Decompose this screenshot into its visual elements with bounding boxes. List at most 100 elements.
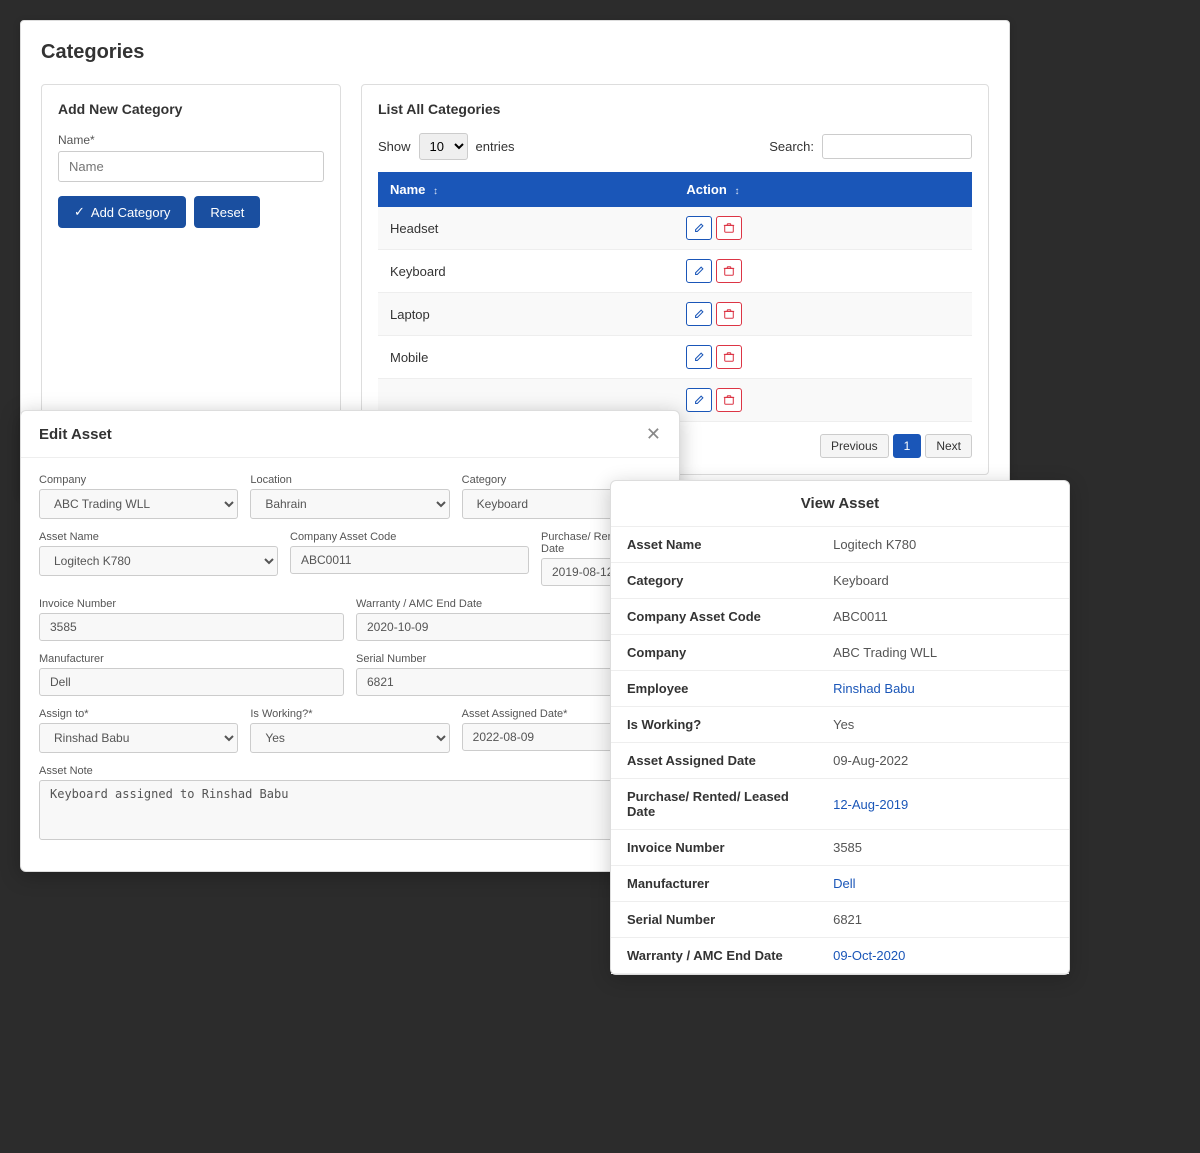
company-label: Company — [39, 474, 238, 486]
working-group: Is Working?* Yes — [250, 708, 449, 753]
view-field-label: Asset Name — [611, 527, 817, 563]
view-asset-panel: View Asset Asset NameLogitech K780Catego… — [610, 480, 1070, 975]
name-label: Name* — [58, 133, 324, 147]
view-field-value: 09-Oct-2020 — [817, 938, 1069, 974]
view-field-value: 12-Aug-2019 — [817, 779, 1069, 830]
location-label: Location — [250, 474, 449, 486]
table-controls: Show 10 25 50 entries Search: — [378, 133, 972, 160]
modal-close-button[interactable]: ✕ — [646, 425, 661, 443]
assign-select[interactable]: Rinshad Babu — [39, 723, 238, 753]
row-5: Assign to* Rinshad Babu Is Working?* Yes… — [39, 708, 661, 753]
action-sort-icon[interactable]: ↕ — [734, 186, 739, 197]
col-action: Action ↕ — [674, 172, 972, 207]
search-input[interactable] — [822, 134, 972, 159]
view-asset-table: Asset NameLogitech K780CategoryKeyboardC… — [611, 527, 1069, 974]
view-field-label: Purchase/ Rented/ Leased Date — [611, 779, 817, 830]
invoice-input[interactable] — [39, 613, 344, 641]
asset-name-label: Asset Name — [39, 531, 278, 543]
edit-button[interactable] — [686, 302, 712, 326]
entries-select[interactable]: 10 25 50 — [419, 133, 468, 160]
note-group: Asset Note — [39, 765, 661, 843]
edit-button[interactable] — [686, 259, 712, 283]
next-page-button[interactable]: Next — [925, 434, 972, 458]
table-cell-action — [674, 207, 972, 250]
view-field-label: Employee — [611, 671, 817, 707]
delete-button[interactable] — [716, 388, 742, 412]
note-label: Asset Note — [39, 765, 661, 777]
row-4: Manufacturer Serial Number — [39, 653, 661, 696]
add-section-title: Add New Category — [58, 101, 324, 117]
name-sort-icon[interactable]: ↕ — [433, 186, 438, 197]
view-field-value: 09-Aug-2022 — [817, 743, 1069, 779]
working-select[interactable]: Yes — [250, 723, 449, 753]
edit-asset-modal: Edit Asset ✕ Company ABC Trading WLL Loc… — [20, 410, 680, 872]
table-cell-name: Headset — [378, 207, 674, 250]
search-row: Search: — [769, 134, 972, 159]
assign-label: Assign to* — [39, 708, 238, 720]
table-cell-name: Keyboard — [378, 250, 674, 293]
table-cell-action — [674, 293, 972, 336]
view-field-value: ABC0011 — [817, 599, 1069, 635]
show-label: Show — [378, 139, 411, 154]
view-field-value: Rinshad Babu — [817, 671, 1069, 707]
company-code-label: Company Asset Code — [290, 531, 529, 543]
table-cell-action — [674, 250, 972, 293]
delete-button[interactable] — [716, 345, 742, 369]
manufacturer-input[interactable] — [39, 668, 344, 696]
view-field-label: Warranty / AMC End Date — [611, 938, 817, 974]
table-cell-name: Laptop — [378, 293, 674, 336]
view-field-label: Category — [611, 563, 817, 599]
company-code-input[interactable] — [290, 546, 529, 574]
row-6: Asset Note — [39, 765, 661, 843]
table-cell-action — [674, 379, 972, 422]
invoice-group: Invoice Number — [39, 598, 344, 641]
view-field-label: Asset Assigned Date — [611, 743, 817, 779]
modal-title: Edit Asset — [39, 426, 112, 443]
view-field-value: ABC Trading WLL — [817, 635, 1069, 671]
table-cell-action — [674, 336, 972, 379]
note-textarea[interactable] — [39, 780, 661, 840]
view-panel-title: View Asset — [801, 495, 879, 512]
prev-page-button[interactable]: Previous — [820, 434, 889, 458]
table-cell-name: Mobile — [378, 336, 674, 379]
view-field-label: Manufacturer — [611, 866, 817, 902]
location-group: Location Bahrain — [250, 474, 449, 519]
view-panel-header: View Asset — [611, 481, 1069, 527]
edit-button[interactable] — [686, 345, 712, 369]
asset-name-select[interactable]: Logitech K780 — [39, 546, 278, 576]
delete-button[interactable] — [716, 216, 742, 240]
edit-button[interactable] — [686, 216, 712, 240]
company-group: Company ABC Trading WLL — [39, 474, 238, 519]
working-label: Is Working?* — [250, 708, 449, 720]
name-input[interactable] — [58, 151, 324, 182]
manufacturer-label: Manufacturer — [39, 653, 344, 665]
delete-button[interactable] — [716, 302, 742, 326]
delete-button[interactable] — [716, 259, 742, 283]
page-title: Categories — [41, 41, 989, 64]
list-section-title: List All Categories — [378, 101, 972, 117]
name-field-group: Name* — [58, 133, 324, 182]
modal-body: Company ABC Trading WLL Location Bahrain… — [21, 458, 679, 871]
add-category-button[interactable]: ✓ Add Category — [58, 196, 186, 228]
view-field-value: Dell — [817, 866, 1069, 902]
view-field-label: Invoice Number — [611, 830, 817, 866]
reset-button[interactable]: Reset — [194, 196, 260, 228]
view-field-value: 3585 — [817, 830, 1069, 866]
row-2: Asset Name Logitech K780 Company Asset C… — [39, 531, 661, 586]
form-buttons: ✓ Add Category Reset — [58, 196, 324, 228]
entries-label: entries — [476, 139, 515, 154]
row-1: Company ABC Trading WLL Location Bahrain… — [39, 474, 661, 519]
modal-header: Edit Asset ✕ — [21, 411, 679, 458]
edit-button[interactable] — [686, 388, 712, 412]
col-name: Name ↕ — [378, 172, 674, 207]
company-select[interactable]: ABC Trading WLL — [39, 489, 238, 519]
view-field-value: Yes — [817, 707, 1069, 743]
manufacturer-group: Manufacturer — [39, 653, 344, 696]
categories-table: Name ↕ Action ↕ Headset — [378, 172, 972, 422]
page-1-button[interactable]: 1 — [893, 434, 922, 458]
checkmark-icon: ✓ — [74, 204, 85, 220]
view-field-value: 6821 — [817, 902, 1069, 938]
location-select[interactable]: Bahrain — [250, 489, 449, 519]
asset-name-group: Asset Name Logitech K780 — [39, 531, 278, 586]
search-label: Search: — [769, 139, 814, 154]
